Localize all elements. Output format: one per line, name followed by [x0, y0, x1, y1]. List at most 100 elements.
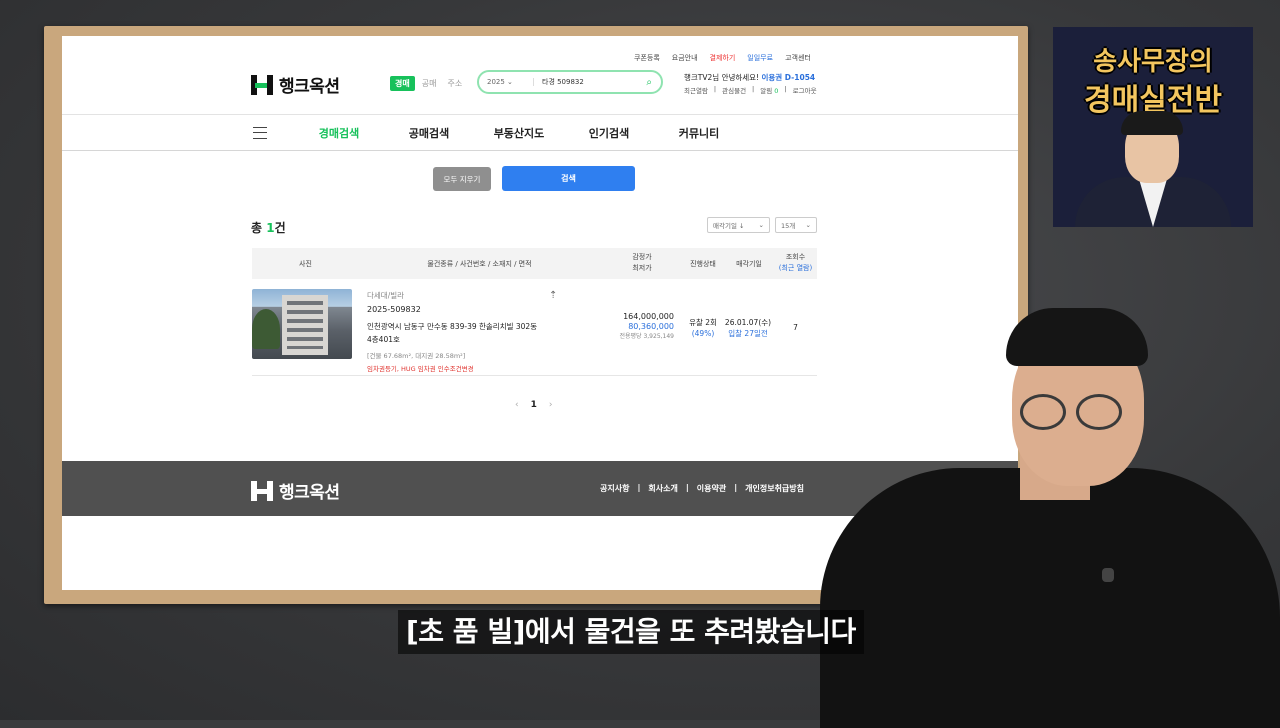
coupon-link[interactable]: 쿠폰등록 [634, 53, 660, 63]
table-header: 사진 물건종류 / 사건번호 / 소재지 / 면적 감정가최저가 진행상태 매각… [252, 248, 817, 279]
pagination: ‹ 1 › [515, 400, 552, 410]
daily-free-link[interactable]: 일일무료 [747, 53, 773, 63]
notice-link[interactable]: 공지사항 [600, 483, 629, 494]
date-cell: 26.01.07(수) 입찰 27일전 [722, 317, 774, 339]
privacy-link[interactable]: 개인정보취급방침 [745, 483, 804, 494]
sort-value: 매각기일 ↓ [713, 222, 745, 230]
divider: | [752, 85, 755, 93]
next-page-icon[interactable]: › [549, 400, 553, 410]
year-value: 2025 [487, 78, 505, 86]
total-prefix: 총 [251, 221, 267, 235]
sale-date: 26.01.07(수) [724, 318, 772, 327]
thumbnail-title-1: 송사무장의 [1093, 47, 1213, 77]
favorites-link[interactable]: 관심물건 [722, 85, 746, 95]
about-link[interactable]: 회사소개 [648, 483, 677, 494]
listing-info[interactable]: 다세대/빌라 2025-509832 인천광역시 남동구 만수동 839-39 … [367, 290, 567, 373]
search-button[interactable]: 검색 [502, 166, 635, 191]
glasses-left [1020, 394, 1066, 430]
menu-icon[interactable] [253, 127, 267, 139]
status-cell: 유찰 2회 (49%) [682, 317, 724, 339]
page-1[interactable]: 1 [531, 400, 537, 410]
case-number: 2025-509832 [367, 305, 421, 314]
menu-auction-search[interactable]: 경매검색 [294, 125, 384, 141]
col-price-minimum: 최저가 [632, 264, 652, 272]
alerts-label: 알림 [760, 87, 773, 95]
view-count: 7 [793, 323, 798, 332]
recent-link[interactable]: 최근열람 [684, 85, 708, 95]
search-bar: 2025 ⌄ 타경 509832 ⌕ [477, 70, 663, 94]
alerts-count: 0 [774, 87, 779, 95]
col-status: 진행상태 [690, 260, 716, 268]
tab-public-sale[interactable]: 공매 [418, 76, 441, 91]
listing-tags: 임차권등기, HUG 임차권 인수조건변경 [367, 365, 474, 373]
chevron-down-icon: ⌄ [758, 221, 764, 229]
search-icon[interactable]: ⌕ [646, 77, 661, 88]
pricing-link[interactable]: 요금안내 [672, 53, 698, 63]
support-link[interactable]: 고객센터 [785, 53, 811, 63]
year-select[interactable]: 2025 ⌄ [479, 78, 534, 86]
footer-logo[interactable]: 행크옥션 [251, 478, 340, 503]
presenter [820, 300, 1280, 728]
menu-divider [62, 150, 1018, 151]
area-info: [건물 67.68m², 대지권 28.58m²] [367, 352, 466, 360]
top-links: 쿠폰등록 요금안내 결제하기 일일무료 고객센터 [634, 53, 811, 63]
appraisal-price: 164,000,000 [623, 312, 674, 321]
total-number: 1 [266, 221, 275, 235]
col-views-label: 조회수 [785, 253, 806, 261]
greeting-text: 행크TV2님 안녕하세요! [684, 73, 760, 82]
divider: | [713, 85, 717, 93]
address-line-2: 4층401호 [367, 335, 400, 344]
brand-logo[interactable]: 행크옥션 [251, 72, 340, 97]
logo-mark-icon [251, 74, 273, 95]
col-photo: 사진 [299, 260, 312, 268]
instructor-hair [1121, 111, 1183, 135]
presenter-hair [1006, 308, 1148, 366]
menu-realestate-map[interactable]: 부동산지도 [474, 125, 564, 141]
fail-percent: (49%) [691, 329, 715, 338]
video-subtitle: [초 품 빌]에서 물건을 또 추려봤습니다 [398, 610, 864, 654]
logout-link[interactable]: 로그아웃 [793, 85, 817, 95]
tab-auction[interactable]: 경매 [390, 76, 415, 91]
glasses-right [1076, 394, 1122, 430]
page-size-value: 15개 [781, 222, 796, 230]
divider: | [685, 483, 689, 492]
logo-mark-icon [251, 480, 273, 501]
divider: | [784, 85, 787, 93]
payment-link[interactable]: 결제하기 [710, 53, 736, 63]
sort-select[interactable]: 매각기일 ↓ ⌄ [707, 217, 770, 233]
cursor-icon: ⇡ [549, 290, 558, 301]
footer-links: 공지사항 | 회사소개 | 이용약관 | 개인정보취급방침 [600, 483, 804, 494]
menu-public-search[interactable]: 공매검색 [384, 125, 474, 141]
user-links: 최근열람 | 관심물건 | 알림 0 | 로그아웃 [684, 85, 817, 95]
divider: | [734, 483, 738, 492]
address-line-1: 인천광역시 남동구 만수동 839-39 한솔리치빌 302동 [367, 322, 538, 331]
days-left: 입찰 27일전 [728, 329, 768, 338]
terms-link[interactable]: 이용약관 [697, 483, 726, 494]
col-price: 감정가최저가 [602, 252, 682, 274]
footer-brand-name: 행크옥션 [279, 483, 340, 503]
col-info: 물건종류 / 사건번호 / 소재지 / 면적 [427, 260, 532, 268]
page-size-select[interactable]: 15개 ⌄ [775, 217, 817, 233]
divider: | [637, 483, 641, 492]
menu-community[interactable]: 커뮤니티 [654, 125, 744, 141]
tab-address[interactable]: 주소 [443, 76, 466, 91]
alerts-link[interactable]: 알림 0 [760, 85, 778, 95]
prev-page-icon[interactable]: ‹ [515, 400, 519, 410]
col-date: 매각기일 [736, 260, 762, 268]
result-count: 총 1건 [251, 219, 286, 236]
menu-popular-search[interactable]: 인기검색 [564, 125, 654, 141]
price-per-pyeong: 전용평당 3,925,149 [619, 333, 674, 340]
row-divider [252, 375, 817, 376]
col-views-recent: (최근 열람) [778, 264, 813, 272]
plan-status[interactable]: 이용권 D-1054 [761, 73, 815, 82]
property-type: 다세대/빌라 [367, 291, 405, 300]
total-suffix: 건 [274, 221, 286, 235]
col-views: 조회수 (최근 열람) [774, 252, 817, 274]
brand-name: 행크옥션 [279, 77, 340, 97]
presenter-body [820, 468, 1280, 728]
search-input[interactable]: 타경 509832 [534, 77, 646, 87]
header-divider [62, 114, 1018, 115]
listing-photo[interactable] [252, 289, 352, 359]
clear-all-button[interactable]: 모두 지우기 [433, 167, 491, 191]
col-price-appraisal: 감정가 [632, 253, 652, 261]
